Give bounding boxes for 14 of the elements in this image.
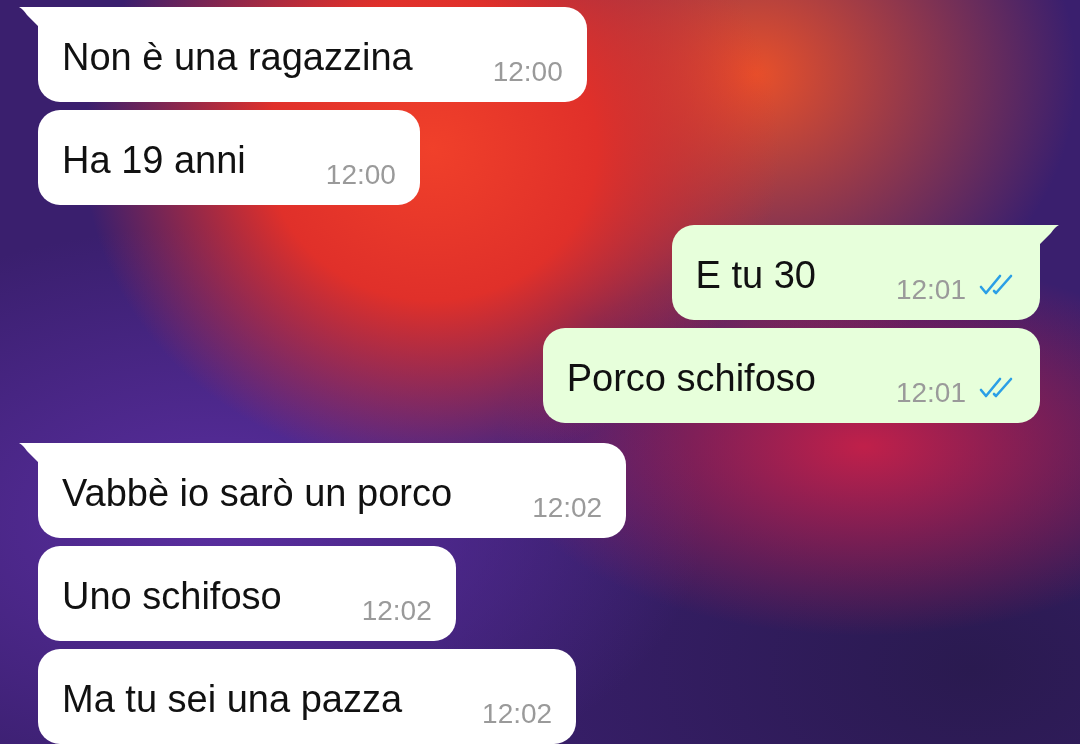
message-time: 12:00 xyxy=(325,161,396,189)
message-text: Ma tu sei una pazza xyxy=(62,680,403,718)
message-time: 12:01 xyxy=(895,379,966,407)
message-time: 12:01 xyxy=(895,276,966,304)
message-text: Uno schifoso xyxy=(62,577,282,615)
message-time: 12:00 xyxy=(492,58,563,86)
message-text: Non è una ragazzina xyxy=(62,38,413,76)
message-time: 12:02 xyxy=(482,700,553,728)
message-text: Porco schifoso xyxy=(566,359,816,397)
message-time: 12:02 xyxy=(361,597,432,625)
message-time: 12:02 xyxy=(532,494,603,522)
message-text: E tu 30 xyxy=(695,256,816,294)
message-text: Vabbè io sarò un porco xyxy=(62,474,453,512)
message-text: Ha 19 anni xyxy=(62,141,246,179)
